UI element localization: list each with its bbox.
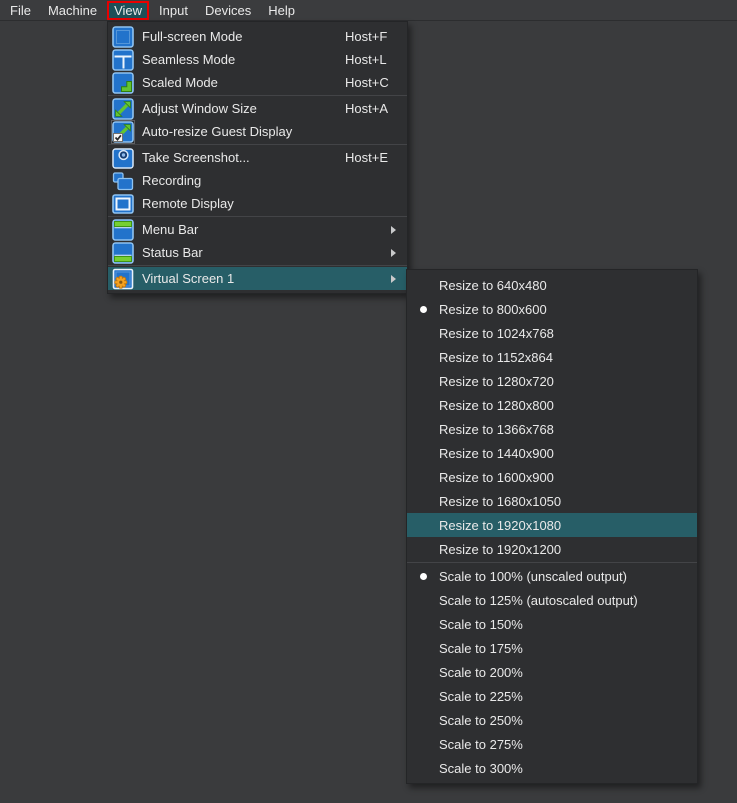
submenu-item-label: Resize to 1366x768 — [439, 422, 689, 437]
submenu-item-resize-1920x1200[interactable]: Resize to 1920x1200 — [407, 537, 697, 561]
submenu-item-resize-1280x800[interactable]: Resize to 1280x800 — [407, 393, 697, 417]
submenu-item-scale-200[interactable]: Scale to 200% — [407, 660, 697, 684]
menu-item-label: Take Screenshot... — [142, 150, 345, 165]
submenu-item-scale-150[interactable]: Scale to 150% — [407, 612, 697, 636]
submenu-arrow-icon — [391, 249, 401, 257]
menu-separator — [407, 562, 697, 563]
menubar-item-machine[interactable]: Machine — [41, 2, 104, 19]
statusbar-icon — [112, 242, 134, 264]
submenu-item-label: Scale to 275% — [439, 737, 689, 752]
menubar-item-input[interactable]: Input — [152, 2, 195, 19]
remote-display-icon — [112, 193, 134, 215]
virtual-screen-icon — [112, 268, 134, 290]
menu-item-auto-resize-guest-display[interactable]: Auto-resize Guest Display — [108, 120, 407, 143]
menu-item-status-bar[interactable]: Status Bar — [108, 241, 407, 264]
menu-item-label: Remote Display — [142, 196, 401, 211]
menu-item-label: Full-screen Mode — [142, 29, 345, 44]
submenu-item-label: Scale to 175% — [439, 641, 689, 656]
submenu-item-label: Resize to 800x600 — [439, 302, 689, 317]
submenu-item-scale-250[interactable]: Scale to 250% — [407, 708, 697, 732]
menu-item-seamless-mode[interactable]: Seamless Mode Host+L — [108, 48, 407, 71]
menu-item-label: Virtual Screen 1 — [142, 271, 387, 286]
submenu-item-scale-100[interactable]: Scale to 100% (unscaled output) — [407, 564, 697, 588]
submenu-item-label: Scale to 225% — [439, 689, 689, 704]
submenu-item-label: Resize to 1152x864 — [439, 350, 689, 365]
menu-item-shortcut: Host+L — [345, 52, 397, 67]
submenu-arrow-icon — [391, 226, 401, 234]
menu-separator — [108, 216, 407, 217]
menu-bar: File Machine View Input Devices Help — [0, 0, 737, 21]
submenu-item-scale-125[interactable]: Scale to 125% (autoscaled output) — [407, 588, 697, 612]
menu-item-full-screen-mode[interactable]: Full-screen Mode Host+F — [108, 25, 407, 48]
submenu-item-resize-1920x1080[interactable]: Resize to 1920x1080 — [407, 513, 697, 537]
submenu-item-label: Scale to 150% — [439, 617, 689, 632]
submenu-item-resize-1152x864[interactable]: Resize to 1152x864 — [407, 345, 697, 369]
submenu-item-label: Resize to 1440x900 — [439, 446, 689, 461]
menubar-icon — [112, 219, 134, 241]
menu-item-virtual-screen-1[interactable]: Virtual Screen 1 — [108, 267, 407, 290]
menu-item-label: Recording — [142, 173, 401, 188]
menubar-item-view[interactable]: View — [107, 1, 149, 20]
menu-item-shortcut: Host+A — [345, 101, 397, 116]
recording-icon — [112, 170, 134, 192]
submenu-item-scale-225[interactable]: Scale to 225% — [407, 684, 697, 708]
menu-item-remote-display[interactable]: Remote Display — [108, 192, 407, 215]
menubar-item-devices[interactable]: Devices — [198, 2, 258, 19]
menu-item-label: Seamless Mode — [142, 52, 345, 67]
submenu-item-label: Resize to 1024x768 — [439, 326, 689, 341]
menu-item-label: Scaled Mode — [142, 75, 345, 90]
menu-item-shortcut: Host+F — [345, 29, 397, 44]
submenu-item-label: Scale to 125% (autoscaled output) — [439, 593, 689, 608]
submenu-item-label: Resize to 1920x1200 — [439, 542, 689, 557]
submenu-item-resize-1440x900[interactable]: Resize to 1440x900 — [407, 441, 697, 465]
menu-item-shortcut: Host+E — [345, 150, 397, 165]
menu-item-scaled-mode[interactable]: Scaled Mode Host+C — [108, 71, 407, 94]
menu-item-adjust-window-size[interactable]: Adjust Window Size Host+A — [108, 97, 407, 120]
submenu-item-resize-1366x768[interactable]: Resize to 1366x768 — [407, 417, 697, 441]
screenshot-icon — [112, 147, 134, 169]
fullscreen-icon — [112, 26, 134, 48]
submenu-item-scale-300[interactable]: Scale to 300% — [407, 756, 697, 780]
menu-item-label: Menu Bar — [142, 222, 387, 237]
adjust-window-icon — [112, 98, 134, 120]
seamless-icon — [112, 49, 134, 71]
menu-item-label: Status Bar — [142, 245, 387, 260]
menu-separator — [108, 95, 407, 96]
menu-item-label: Auto-resize Guest Display — [142, 124, 401, 139]
submenu-item-label: Resize to 1920x1080 — [439, 518, 689, 533]
submenu-item-resize-1024x768[interactable]: Resize to 1024x768 — [407, 321, 697, 345]
submenu-item-scale-275[interactable]: Scale to 275% — [407, 732, 697, 756]
view-menu-panel: Full-screen Mode Host+F Seamless Mode Ho… — [107, 21, 408, 294]
scaled-icon — [112, 72, 134, 94]
submenu-arrow-icon — [391, 275, 401, 283]
submenu-item-label: Scale to 300% — [439, 761, 689, 776]
submenu-item-resize-640x480[interactable]: Resize to 640x480 — [407, 273, 697, 297]
menu-item-label: Adjust Window Size — [142, 101, 345, 116]
menu-item-shortcut: Host+C — [345, 75, 397, 90]
radio-selected-icon — [407, 306, 439, 313]
submenu-item-scale-175[interactable]: Scale to 175% — [407, 636, 697, 660]
submenu-item-label: Resize to 1280x800 — [439, 398, 689, 413]
radio-selected-icon — [407, 573, 439, 580]
menu-item-take-screenshot[interactable]: Take Screenshot... Host+E — [108, 146, 407, 169]
menubar-item-help[interactable]: Help — [261, 2, 302, 19]
submenu-item-label: Scale to 250% — [439, 713, 689, 728]
menubar-item-file[interactable]: File — [3, 2, 38, 19]
submenu-item-resize-1600x900[interactable]: Resize to 1600x900 — [407, 465, 697, 489]
menu-separator — [108, 265, 407, 266]
submenu-item-resize-1280x720[interactable]: Resize to 1280x720 — [407, 369, 697, 393]
menu-item-recording[interactable]: Recording — [108, 169, 407, 192]
submenu-item-resize-1680x1050[interactable]: Resize to 1680x1050 — [407, 489, 697, 513]
menu-item-menu-bar[interactable]: Menu Bar — [108, 218, 407, 241]
submenu-item-label: Scale to 100% (unscaled output) — [439, 569, 689, 584]
submenu-item-label: Resize to 1280x720 — [439, 374, 689, 389]
submenu-item-label: Resize to 1600x900 — [439, 470, 689, 485]
submenu-item-label: Scale to 200% — [439, 665, 689, 680]
submenu-item-label: Resize to 640x480 — [439, 278, 689, 293]
virtual-screen-1-submenu-panel: Resize to 640x480 Resize to 800x600 Resi… — [406, 269, 698, 784]
autoresize-icon — [112, 121, 134, 143]
submenu-item-label: Resize to 1680x1050 — [439, 494, 689, 509]
menu-separator — [108, 144, 407, 145]
submenu-item-resize-800x600[interactable]: Resize to 800x600 — [407, 297, 697, 321]
